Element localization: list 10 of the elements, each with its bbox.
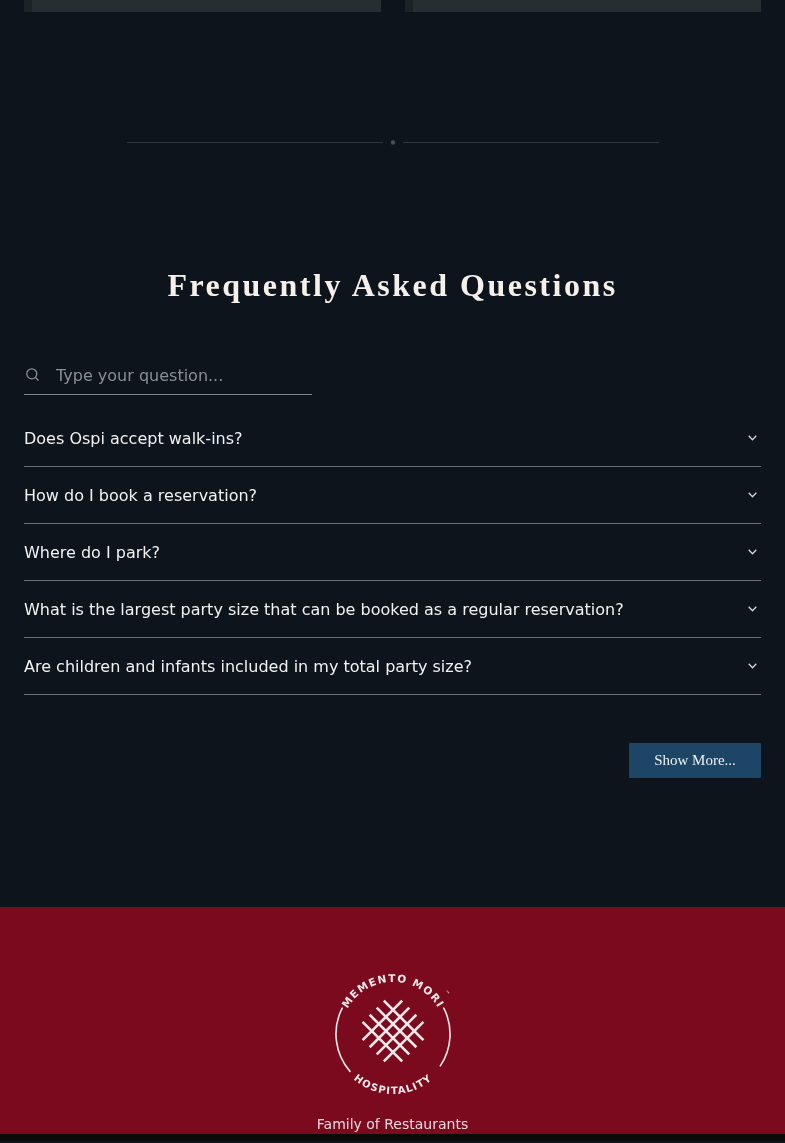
faq-question[interactable]: What is the largest party size that can be booked as a regular reservation?: [24, 581, 761, 638]
search-icon: [26, 368, 39, 381]
search-field[interactable]: Type your question...: [24, 356, 312, 395]
footer-tagline: Family of Restaurants: [316, 1116, 469, 1133]
faq-question[interactable]: Does Ospi accept walk-ins?: [24, 410, 761, 467]
faq-question[interactable]: Are children and infants included in my total party size?: [24, 638, 761, 695]
show-more-button[interactable]: Show More...: [629, 743, 761, 778]
faq-question[interactable]: How do I book a reservation?: [24, 467, 761, 524]
faq-question[interactable]: Where do I park?: [24, 524, 761, 581]
faq-heading: Frequently Asked Questions: [166, 266, 619, 305]
